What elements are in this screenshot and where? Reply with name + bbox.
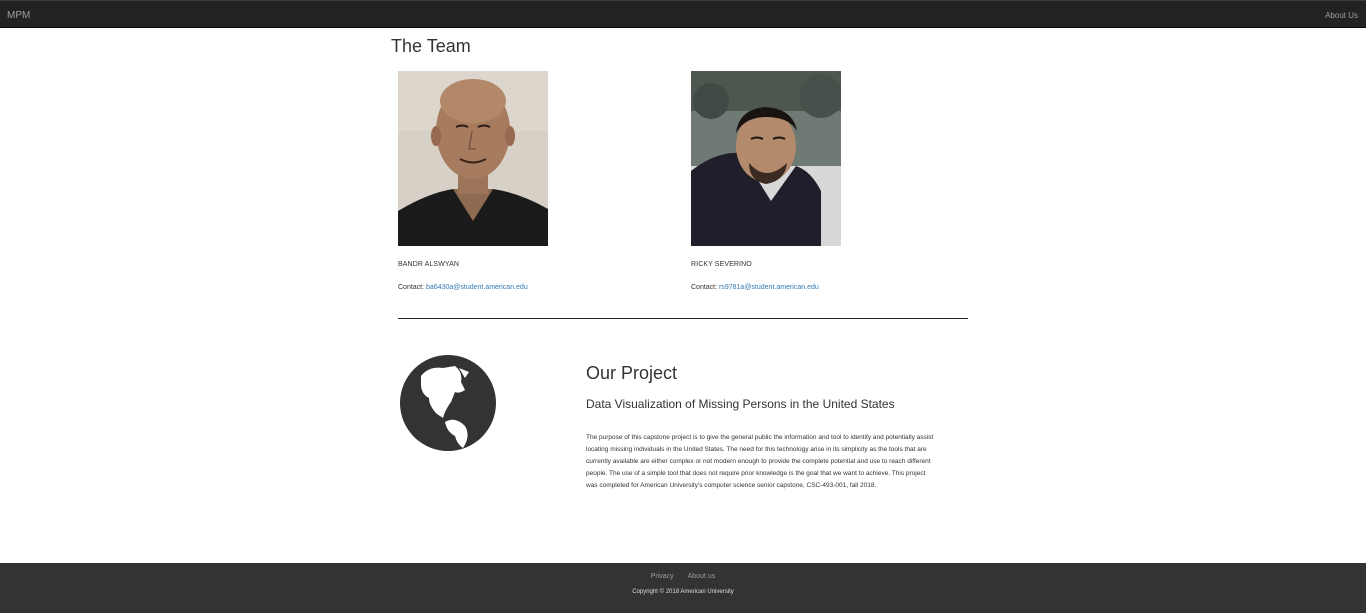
footer-privacy-link[interactable]: Privacy (651, 573, 674, 580)
project-subtitle: Data Visualization of Missing Persons in… (586, 397, 895, 411)
top-navbar: MPM About Us (0, 0, 1366, 28)
section-divider (398, 318, 968, 319)
member-photo-bandr (398, 71, 548, 246)
footer-about-link[interactable]: About us (688, 573, 716, 580)
globe-americas-icon (399, 354, 497, 452)
member-name: RICKY SEVERINO (691, 261, 752, 268)
member-contact: Contact: ba6430a@student.american.edu (398, 284, 528, 291)
brand-link[interactable]: MPM (7, 10, 30, 21)
contact-label: Contact: (398, 284, 425, 291)
member-email-link[interactable]: ba6430a@student.american.edu (426, 284, 528, 291)
member-contact: Contact: rs9781a@student.american.edu (691, 284, 819, 291)
contact-label: Contact: (691, 284, 718, 291)
project-heading: Our Project (586, 363, 678, 383)
nav-about-us-link[interactable]: About Us (1325, 11, 1358, 20)
footer-links: Privacy About us (0, 573, 1366, 580)
copyright-text: Copyright © 2018 American University (632, 589, 734, 595)
member-email-link[interactable]: rs9781a@student.american.edu (719, 284, 819, 291)
member-name: BANDR ALSWYAN (398, 261, 460, 268)
team-heading: The Team (391, 36, 471, 56)
member-photo-ricky (691, 71, 841, 246)
project-description: The purpose of this capstone project is … (586, 434, 934, 489)
page-footer: Privacy About us Copyright © 2018 Americ… (0, 563, 1366, 613)
